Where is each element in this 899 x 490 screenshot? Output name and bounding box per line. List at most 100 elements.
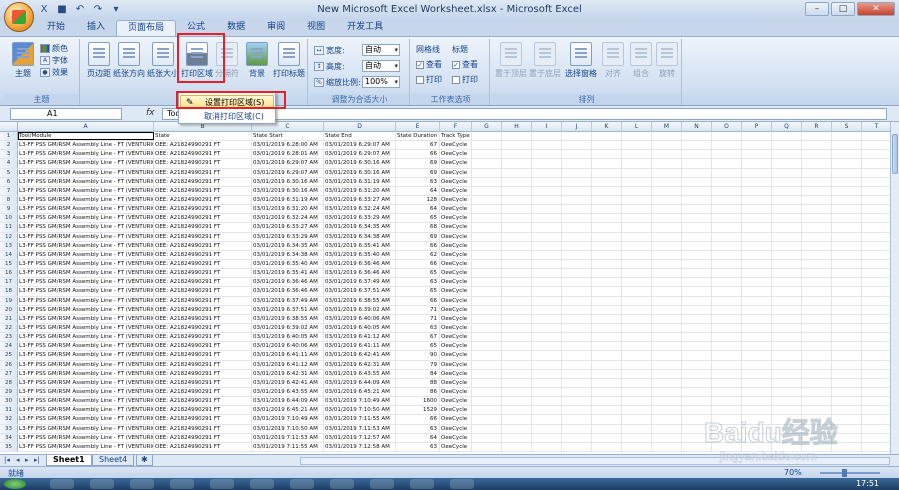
cell[interactable] [592,186,622,195]
cell[interactable]: State Duration [396,132,440,141]
cell[interactable]: OEE: A21824990291 FT [154,278,252,287]
cell[interactable] [592,150,622,159]
cell[interactable] [862,287,890,295]
cell[interactable] [652,378,682,387]
cell[interactable]: 03/01/2019 7:10:49 AM [324,397,396,406]
cell[interactable] [682,387,712,397]
cell[interactable] [772,442,802,451]
column-header[interactable]: O [712,122,742,132]
cell[interactable] [502,241,532,250]
cell[interactable] [532,305,562,314]
cell[interactable] [622,186,652,195]
cell[interactable] [502,141,532,150]
row-header[interactable]: 28 [0,378,18,387]
cell[interactable]: L3-FF PSS GM/RSM Assembly Line - FT (VEN… [18,424,154,433]
column-header[interactable]: I [532,122,562,132]
cell[interactable] [562,214,592,223]
taskbar-app-icon[interactable] [210,479,234,489]
column-header[interactable]: J [562,122,592,132]
cell[interactable]: L3-FF PSS GM/RSM Assembly Line - FT (VEN… [18,214,154,223]
cell[interactable] [532,296,562,305]
cell[interactable]: 03/01/2019 6:31:20 AM [324,186,396,195]
cell[interactable] [862,342,890,350]
row-header[interactable]: 21 [0,314,18,323]
sheet-tab-sheet4[interactable]: Sheet4 [92,455,135,466]
cell[interactable] [742,195,772,205]
cell[interactable] [502,250,532,259]
cell[interactable] [862,306,890,314]
cell[interactable] [592,415,622,424]
cell[interactable] [742,424,772,433]
cell[interactable] [742,278,772,287]
cell[interactable] [592,214,622,223]
row-header[interactable]: 19 [0,296,18,305]
cell[interactable]: 86 [396,387,440,397]
cell[interactable] [742,241,772,250]
cell[interactable]: L3-FF PSS GM/RSM Assembly Line - FT (VEN… [18,433,154,442]
cell[interactable] [622,296,652,305]
cell[interactable] [802,378,832,387]
row-header[interactable]: 30 [0,397,18,406]
row-header[interactable]: 33 [0,424,18,433]
row-header[interactable]: 9 [0,205,18,214]
cell[interactable]: OEE: A21824990291 FT [154,195,252,205]
cell[interactable] [802,177,832,186]
cell[interactable] [592,333,622,342]
cell[interactable]: 03/01/2019 6:33:27 AM [252,223,324,232]
cell[interactable]: OEE: A21824990291 FT [154,168,252,177]
cell[interactable] [682,205,712,214]
cell[interactable]: 68 [396,223,440,232]
cell[interactable]: 67 [396,141,440,150]
cell[interactable] [622,351,652,360]
cell[interactable] [832,223,862,232]
cell[interactable] [472,342,502,351]
cell[interactable] [772,259,802,269]
cell[interactable] [832,397,862,406]
cell[interactable]: OeeCycle [440,342,472,351]
cell[interactable] [742,132,772,141]
cell[interactable] [622,378,652,387]
cell[interactable] [502,296,532,305]
cell[interactable]: 66 [396,241,440,250]
row-header[interactable]: 8 [0,195,18,205]
cell[interactable] [742,141,772,150]
row-header[interactable]: 7 [0,186,18,195]
cell[interactable]: L3-FF PSS GM/RSM Assembly Line - FT (VEN… [18,159,154,168]
cell[interactable] [592,168,622,177]
cell[interactable]: OeeCycle [440,141,472,150]
cell[interactable] [532,360,562,369]
cell[interactable]: 03/01/2019 6:42:31 AM [324,360,396,369]
cell[interactable] [832,132,862,141]
cell[interactable] [742,159,772,168]
cell[interactable] [562,415,592,424]
cell[interactable] [742,214,772,223]
cell[interactable]: 03/01/2019 6:36:46 AM [324,259,396,269]
cell[interactable] [502,314,532,323]
zoom-slider[interactable] [820,472,880,474]
cell[interactable] [622,278,652,287]
cell[interactable]: L3-FF PSS GM/RSM Assembly Line - FT (VEN… [18,205,154,214]
cell[interactable] [502,223,532,232]
cell[interactable] [802,186,832,195]
cell[interactable] [472,406,502,415]
cell[interactable] [802,314,832,323]
cell[interactable] [532,186,562,195]
cell[interactable] [742,333,772,342]
cell[interactable]: Tool/Module [18,132,154,141]
cell[interactable] [562,397,592,406]
cell[interactable] [472,269,502,278]
cell[interactable]: OeeCycle [440,378,472,387]
cell[interactable] [772,205,802,214]
cell[interactable] [472,314,502,323]
cell[interactable] [532,415,562,424]
cell[interactable] [562,250,592,259]
colors-button[interactable]: 颜色 [40,43,68,54]
cell[interactable] [502,232,532,241]
taskbar-app-icon[interactable] [170,479,194,489]
cell[interactable] [472,177,502,186]
cell[interactable] [592,406,622,415]
cell[interactable] [502,433,532,442]
cell[interactable]: OeeCycle [440,159,472,168]
cell[interactable] [742,314,772,323]
cell[interactable] [712,132,742,141]
